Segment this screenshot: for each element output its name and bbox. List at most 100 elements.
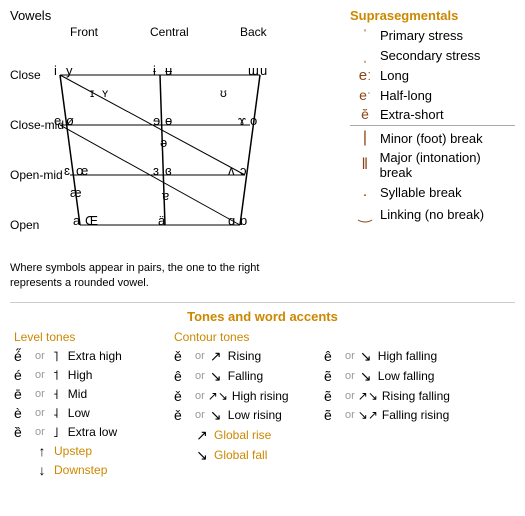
level-tones-title: Level tones	[10, 330, 170, 344]
svg-text:ɐ: ɐ	[162, 188, 169, 203]
globalrise-arrow: ↗	[194, 427, 210, 444]
tone-extrahigh: é̋ or ˥ Extra high	[10, 348, 170, 364]
tone-globalfall: ↘ Global fall	[170, 447, 320, 464]
falling-arrow: ↘	[208, 368, 224, 385]
syllable-break-symbol: .	[350, 183, 380, 201]
extrashort-symbol: ĕ	[350, 106, 380, 122]
downstep-arrow: ↓	[34, 462, 50, 478]
or-d1: or	[345, 350, 355, 362]
tone-mid: ē or ˧ Mid	[10, 386, 170, 402]
tone-highrising: ě or ↗↘ High rising	[170, 388, 320, 404]
svg-text:ʏ: ʏ	[102, 86, 109, 100]
low-arrow: ˨	[48, 405, 64, 421]
risingfalling-arrow: ↗↘	[358, 389, 378, 403]
major-break-label: Major (intonation) break	[380, 150, 515, 180]
rising-char: ě	[174, 348, 192, 364]
globalfall-label: Global fall	[214, 448, 267, 462]
high-char: é	[14, 367, 32, 383]
contour-tones-title: Contour tones	[170, 330, 320, 344]
tone-upstep: ↑ Upstep	[10, 443, 170, 459]
tone-extralow: ȅ or ˩ Extra low	[10, 424, 170, 440]
secondary-stress-label: Secondary stress	[380, 48, 480, 63]
svg-text:ɘ: ɘ	[153, 113, 160, 128]
svg-text:ɛ: ɛ	[64, 163, 70, 178]
supra-item-long: eː Long	[350, 67, 515, 84]
fallingrising-char: ẽ	[324, 407, 342, 423]
tones-columns: Level tones é̋ or ˥ Extra high é or ˦ Hi…	[10, 330, 515, 481]
vowels-panel: Vowels Front Central Back	[10, 8, 340, 292]
supra-title: Suprasegmentals	[350, 8, 515, 23]
tone-highfalling: ê or ↘ High falling	[320, 348, 515, 365]
svg-text:ɯ: ɯ	[248, 63, 259, 78]
or-label-2: or	[35, 369, 45, 381]
mid-label: Mid	[68, 387, 87, 401]
svg-text:o: o	[250, 113, 257, 128]
supra-item-linking: ‿ Linking (no break)	[350, 204, 515, 224]
tone-high: é or ˦ High	[10, 367, 170, 383]
supra-item-minor: | Minor (foot) break	[350, 129, 515, 147]
supra-item-extrashort: ĕ Extra-short	[350, 106, 515, 122]
col-front: Front	[70, 25, 98, 39]
halflong-label: Half-long	[380, 88, 432, 103]
svg-text:ɞ: ɞ	[165, 163, 172, 178]
high-label: High	[68, 368, 93, 382]
highrising-label: High rising	[232, 389, 289, 403]
linking-symbol: ‿	[350, 204, 380, 224]
low-char: è	[14, 405, 32, 421]
downstep-label: Downstep	[54, 463, 107, 477]
level-tones-col: Level tones é̋ or ˥ Extra high é or ˦ Hi…	[10, 330, 170, 481]
falling-label: Falling	[228, 369, 263, 383]
upstep-label: Upstep	[54, 444, 92, 458]
svg-text:ɑ: ɑ	[228, 213, 235, 228]
or-d4: or	[345, 409, 355, 421]
svg-text:e: e	[54, 113, 61, 128]
or-c1: or	[195, 350, 205, 362]
tones-title: Tones and word accents	[10, 309, 515, 324]
page: Vowels Front Central Back	[0, 0, 525, 489]
svg-text:ʉ: ʉ	[165, 63, 173, 78]
svg-text:Open: Open	[10, 218, 39, 232]
svg-text:ə: ə	[160, 135, 167, 150]
svg-text:ɒ: ɒ	[240, 213, 247, 228]
extrahigh-label: Extra high	[68, 349, 122, 363]
svg-text:ʌ: ʌ	[228, 163, 235, 178]
supra-item-syllable: . Syllable break	[350, 183, 515, 201]
tone-lowfalling: ẽ or ↘ Low falling	[320, 368, 515, 385]
extrahigh-arrow: ˥	[48, 348, 64, 364]
lowrising-arrow: ↘	[208, 407, 224, 424]
or-label-4: or	[35, 407, 45, 419]
highrising-char: ě	[174, 388, 192, 404]
svg-text:ɨ: ɨ	[153, 63, 156, 78]
long-symbol: eː	[350, 67, 380, 84]
svg-text:ɵ: ɵ	[165, 113, 172, 128]
lowrising-char: ě	[174, 407, 192, 423]
svg-text:u: u	[260, 63, 267, 78]
syllable-break-label: Syllable break	[380, 185, 462, 200]
tone-low: è or ˨ Low	[10, 405, 170, 421]
contour-tones-col1: Contour tones ě or ↗ Rising ê or ↘ Falli…	[170, 330, 320, 481]
highfalling-label: High falling	[378, 349, 437, 363]
lowfalling-label: Low falling	[378, 369, 435, 383]
svg-text:ɪ: ɪ	[90, 86, 94, 100]
tones-section: Tones and word accents Level tones é̋ or…	[10, 302, 515, 481]
rising-label: Rising	[228, 349, 261, 363]
svg-text:a: a	[73, 213, 81, 228]
tone-rising: ě or ↗ Rising	[170, 348, 320, 365]
supra-item-primary: ˈ Primary stress	[350, 27, 515, 44]
or-c2: or	[195, 370, 205, 382]
extrahigh-char: é̋	[14, 348, 32, 364]
or-label-3: or	[35, 388, 45, 400]
highfalling-char: ê	[324, 348, 342, 364]
tone-risingfalling: ẽ or ↗↘ Rising falling	[320, 388, 515, 404]
globalrise-label: Global rise	[214, 428, 271, 442]
lowrising-label: Low rising	[228, 408, 282, 422]
svg-text:œ: œ	[76, 163, 88, 178]
svg-text:æ: æ	[70, 185, 82, 200]
vowel-note: Where symbols appear in pairs, the one t…	[10, 261, 300, 292]
svg-text:ä: ä	[158, 213, 166, 228]
or-d2: or	[345, 370, 355, 382]
globalfall-arrow: ↘	[194, 447, 210, 464]
major-break-symbol: ‖	[350, 156, 380, 174]
tone-downstep: ↓ Downstep	[10, 462, 170, 478]
svg-text:ʊ: ʊ	[220, 86, 227, 100]
